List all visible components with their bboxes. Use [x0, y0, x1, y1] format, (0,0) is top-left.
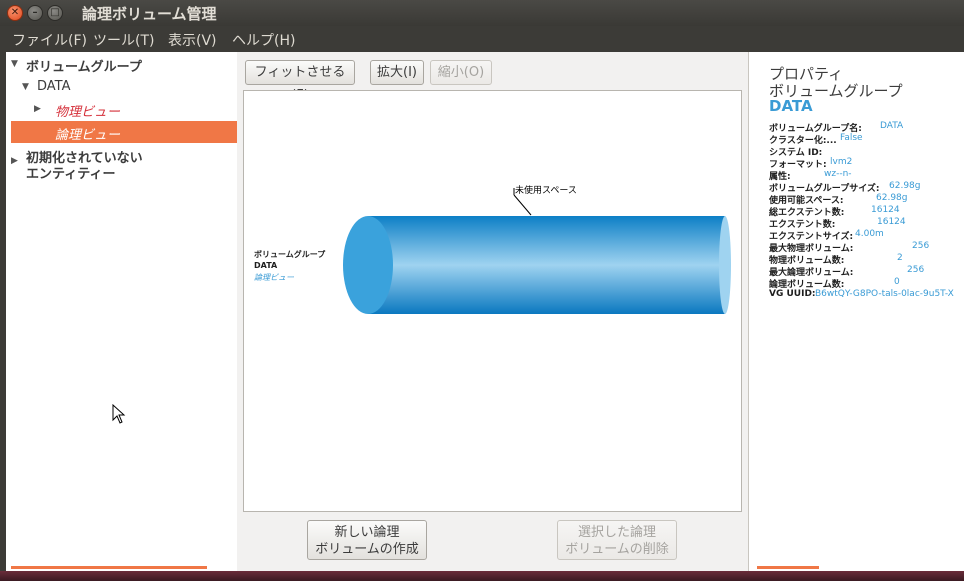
menu-bar: ファイル(F) ツール(T) 表示(V) ヘルプ(H) — [0, 26, 964, 50]
collapse-arrow-icon[interactable]: ▶ — [34, 104, 41, 114]
right-scrollbar-accent — [757, 566, 819, 569]
volume-diagram-svg — [343, 188, 731, 314]
volume-tree: ▼ ボリュームグループ ▼ DATA ▶ 物理ビュー 論理ビュー ▶ 初期化され… — [6, 52, 237, 571]
diagram-panel: フィットさせる(F) 拡大(I) 縮小(O) 未使用スペース ボリュームグループ… — [237, 52, 748, 571]
title-bar: ✕ – □ 論理ボリューム管理 — [0, 0, 964, 26]
prop-row-vg-uuid: VG UUID: B6wtQY-G8PO-tals-0lac-9u5T-X — [769, 289, 954, 299]
delete-logical-volume-button[interactable]: 選択した論理 ボリュームの削除 — [557, 520, 677, 560]
create-button-line1: 新しい論理 — [334, 525, 400, 540]
cylinder-front-cap — [343, 216, 393, 314]
desktop-background — [0, 571, 964, 581]
minimize-button[interactable]: – — [27, 5, 43, 21]
tree-item-uninitialized-line2[interactable]: エンティティー — [26, 163, 115, 182]
zoom-in-button[interactable]: 拡大(I) — [370, 60, 424, 85]
expand-arrow-icon[interactable]: ▼ — [22, 82, 29, 92]
close-icon: ✕ — [10, 7, 20, 18]
maximize-icon: □ — [50, 7, 60, 18]
view-label: 論理ビュー — [254, 273, 294, 282]
maximize-button[interactable]: □ — [47, 5, 63, 21]
create-logical-volume-button[interactable]: 新しい論理 ボリュームの作成 — [307, 520, 427, 560]
minimize-icon: – — [32, 7, 38, 18]
mouse-cursor-icon — [112, 404, 126, 424]
volume-diagram-canvas[interactable]: 未使用スペース ボリュームグループ DATA 論理ビュー — [243, 90, 742, 512]
create-button-line2: ボリュームの作成 — [315, 542, 419, 557]
tree-item-data[interactable]: DATA — [37, 79, 71, 94]
menu-help[interactable]: ヘルプ(H) — [232, 30, 295, 50]
tree-item-physical-view[interactable]: 物理ビュー — [55, 101, 120, 120]
properties-panel: プロパティ ボリュームグループ DATA ボリュームグループ名: DATA クラ… — [748, 52, 964, 571]
tree-item-volume-groups[interactable]: ボリュームグループ — [26, 56, 142, 75]
menu-file[interactable]: ファイル(F) — [12, 30, 87, 50]
collapse-arrow-icon[interactable]: ▶ — [11, 156, 18, 166]
delete-button-line2: ボリュームの削除 — [565, 542, 669, 557]
delete-button-line1: 選択した論理 — [577, 525, 656, 540]
tree-item-logical-view[interactable]: 論理ビュー — [55, 124, 120, 143]
cylinder-end-cap — [719, 216, 731, 314]
menu-tools[interactable]: ツール(T) — [93, 30, 154, 50]
unused-space-label: 未使用スペース — [515, 186, 577, 196]
zoom-out-button[interactable]: 縮小(O) — [430, 60, 492, 85]
unused-space-leader-line — [513, 194, 532, 216]
fit-button[interactable]: フィットさせる(F) — [245, 60, 355, 103]
menu-view[interactable]: 表示(V) — [168, 30, 217, 50]
tree-selection-highlight — [11, 121, 237, 143]
vg-name-label: DATA — [254, 261, 278, 270]
close-button[interactable]: ✕ — [7, 5, 23, 21]
unused-space-cylinder-body[interactable] — [368, 216, 725, 314]
expand-arrow-icon[interactable]: ▼ — [11, 59, 18, 69]
vg-label: ボリュームグループ — [254, 250, 326, 259]
left-scrollbar-accent — [11, 566, 207, 569]
properties-vg-name: DATA — [769, 97, 813, 115]
window-title: 論理ボリューム管理 — [82, 5, 217, 23]
